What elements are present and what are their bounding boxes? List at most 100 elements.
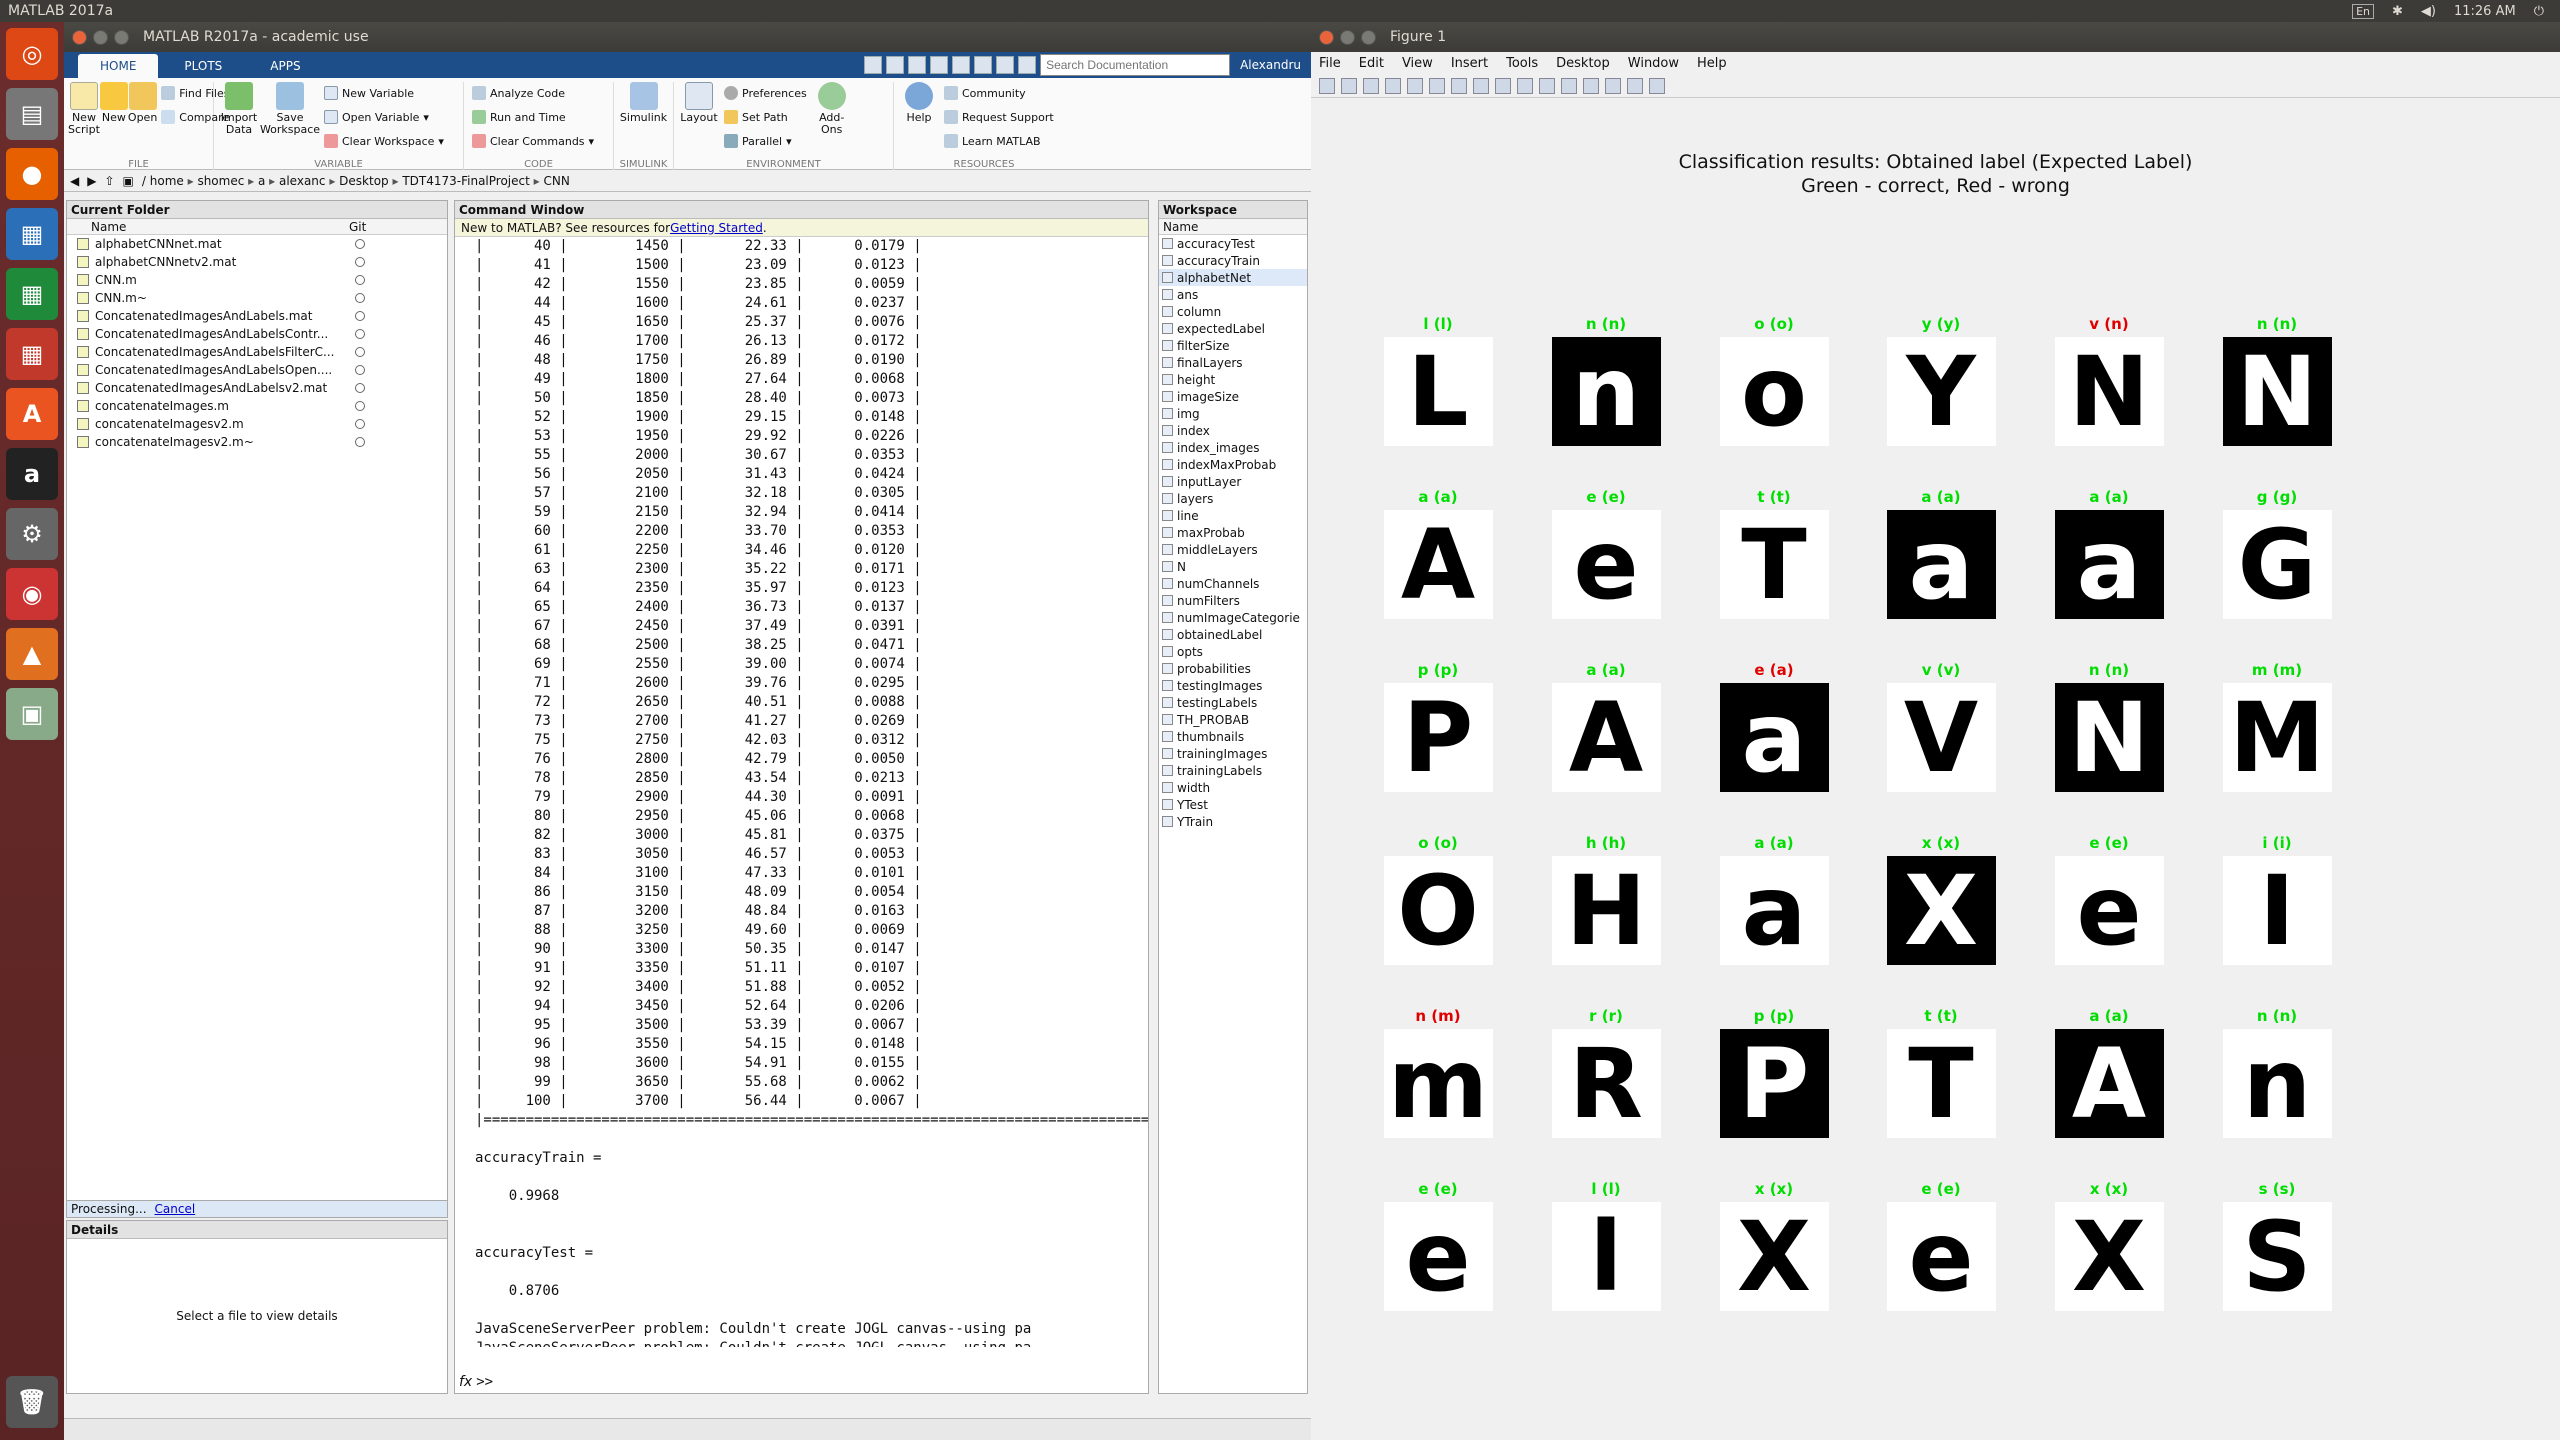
workspace-variable[interactable]: trainingImages	[1159, 745, 1307, 762]
breadcrumb-segment[interactable]: home	[150, 174, 184, 188]
user-account-menu[interactable]: Alexandru	[1240, 58, 1301, 72]
parallel-button[interactable]: Parallel ▾	[724, 130, 807, 152]
getting-started-link[interactable]: Getting Started	[670, 221, 763, 235]
workspace-column-name[interactable]: Name	[1159, 219, 1307, 235]
file-list-item[interactable]: CNN.m	[67, 271, 447, 289]
workspace-variable[interactable]: accuracyTest	[1159, 235, 1307, 252]
file-list-item[interactable]: CNN.m~	[67, 289, 447, 307]
workspace-variable[interactable]: YTest	[1159, 796, 1307, 813]
up-folder-icon[interactable]: ⇧	[104, 174, 114, 188]
cancel-link[interactable]: Cancel	[155, 1202, 196, 1216]
workspace-variable[interactable]: numChannels	[1159, 575, 1307, 592]
tab-home[interactable]: HOME	[78, 54, 159, 78]
file-list-item[interactable]: ConcatenatedImagesAndLabels.mat	[67, 307, 447, 325]
workspace-variable[interactable]: width	[1159, 779, 1307, 796]
breadcrumb-segment[interactable]: CNN	[543, 174, 569, 188]
workspace-variable[interactable]: alphabetNet	[1159, 269, 1307, 286]
clear-commands-button[interactable]: Clear Commands ▾	[472, 130, 594, 152]
undo-quick-icon[interactable]	[952, 56, 971, 74]
keyboard-layout-indicator[interactable]: En	[2352, 3, 2374, 19]
new-button[interactable]: New	[99, 82, 128, 170]
help-button[interactable]: Help	[898, 82, 940, 170]
workspace-variable[interactable]: trainingLabels	[1159, 762, 1307, 779]
column-header-name[interactable]: Name	[67, 220, 349, 234]
browse-folder-icon[interactable]: ▣	[123, 174, 134, 188]
screenshot-icon[interactable]: ▣	[6, 688, 58, 740]
tab-plots[interactable]: PLOTS	[162, 54, 244, 78]
figure-menu-edit[interactable]: Edit	[1359, 56, 1384, 71]
matlab-icon[interactable]: ▲	[6, 628, 58, 680]
workspace-variable[interactable]: testingLabels	[1159, 694, 1307, 711]
command-output[interactable]: | 40 | 1450 | 22.33 | 0.0179 | | 41 | 15…	[455, 237, 1148, 1347]
settings-icon[interactable]: ⚙	[6, 508, 58, 560]
file-list-item[interactable]: alphabetCNNnetv2.mat	[67, 253, 447, 271]
request-support-button[interactable]: Request Support	[944, 106, 1054, 128]
forward-arrow-icon[interactable]: ▶	[87, 174, 96, 188]
edit-plot-icon[interactable]	[1407, 77, 1423, 94]
switch-windows-icon[interactable]	[996, 56, 1015, 74]
set-path-button[interactable]: Set Path	[724, 106, 807, 128]
clear-workspace-button[interactable]: Clear Workspace ▾	[324, 130, 444, 152]
legend-icon[interactable]	[1605, 77, 1621, 94]
new-script-button[interactable]: New Script	[68, 82, 100, 170]
help-quick-icon[interactable]	[1018, 56, 1037, 74]
figure-menu-view[interactable]: View	[1402, 56, 1433, 71]
link-icon[interactable]	[1561, 77, 1577, 94]
open-file-icon[interactable]	[1341, 77, 1357, 94]
breadcrumb-segment[interactable]: TDT4173-FinalProject	[402, 174, 529, 188]
rotate-icon[interactable]	[1495, 77, 1511, 94]
calc-icon[interactable]: ▦	[6, 268, 58, 320]
workspace-variable[interactable]: obtainedLabel	[1159, 626, 1307, 643]
workspace-variable[interactable]: index_images	[1159, 439, 1307, 456]
file-list-item[interactable]: ConcatenatedImagesAndLabelsv2.mat	[67, 379, 447, 397]
zoom-out-icon[interactable]	[1451, 77, 1467, 94]
copy-quick-icon[interactable]	[908, 56, 927, 74]
maximize-window-button[interactable]	[114, 29, 129, 45]
ubuntu-icon[interactable]: ◎	[6, 28, 58, 80]
file-list-item[interactable]: concatenateImagesv2.m	[67, 415, 447, 433]
workspace-variable[interactable]: img	[1159, 405, 1307, 422]
new-variable-button[interactable]: New Variable	[324, 82, 444, 104]
workspace-variable[interactable]: YTrain	[1159, 813, 1307, 830]
community-button[interactable]: Community	[944, 82, 1054, 104]
files-icon[interactable]: ▤	[6, 88, 58, 140]
command-prompt-line[interactable]: fx >>	[455, 1371, 1148, 1393]
trash-icon[interactable]: 🗑	[6, 1376, 58, 1428]
new-figure-icon[interactable]	[1319, 77, 1335, 94]
workspace-variable[interactable]: opts	[1159, 643, 1307, 660]
breadcrumb[interactable]: / home ▸ shomec ▸ a ▸ alexanc ▸ Desktop …	[142, 174, 570, 188]
figure-menu-help[interactable]: Help	[1697, 56, 1727, 71]
cut-quick-icon[interactable]	[886, 56, 905, 74]
workspace-variable[interactable]: imageSize	[1159, 388, 1307, 405]
workspace-variable[interactable]: finalLayers	[1159, 354, 1307, 371]
workspace-variable[interactable]: probabilities	[1159, 660, 1307, 677]
layout-button[interactable]: Layout	[678, 82, 720, 170]
add-ons-button[interactable]: Add-Ons	[811, 82, 853, 170]
function-browser-icon[interactable]: fx	[459, 1374, 472, 1390]
workspace-variable[interactable]: middleLayers	[1159, 541, 1307, 558]
volume-icon[interactable]: ◀)	[2421, 4, 2436, 19]
breadcrumb-segment[interactable]: shomec	[197, 174, 244, 188]
learn-matlab-button[interactable]: Learn MATLAB	[944, 130, 1054, 152]
pan-icon[interactable]	[1473, 77, 1489, 94]
clock[interactable]: 11:26 AM	[2454, 4, 2516, 19]
bluetooth-icon[interactable]: ✱	[2392, 4, 2403, 19]
data-cursor-icon[interactable]	[1517, 77, 1533, 94]
figure-menu-window[interactable]: Window	[1628, 56, 1679, 71]
close-window-button[interactable]	[72, 29, 87, 45]
workspace-variable[interactable]: accuracyTrain	[1159, 252, 1307, 269]
workspace-variable[interactable]: column	[1159, 303, 1307, 320]
analyze-code-button[interactable]: Analyze Code	[472, 82, 594, 104]
file-list-item[interactable]: concatenateImagesv2.m~	[67, 433, 447, 451]
workspace-variable[interactable]: TH_PROBAB	[1159, 711, 1307, 728]
paste-quick-icon[interactable]	[930, 56, 949, 74]
preferences-button[interactable]: Preferences	[724, 82, 807, 104]
breadcrumb-segment[interactable]: Desktop	[339, 174, 389, 188]
brush-icon[interactable]	[1539, 77, 1555, 94]
file-list-item[interactable]: ConcatenatedImagesAndLabelsContr...	[67, 325, 447, 343]
save-workspace-button[interactable]: Save Workspace	[260, 82, 320, 170]
firefox-icon[interactable]: ●	[6, 148, 58, 200]
workspace-variable[interactable]: numFilters	[1159, 592, 1307, 609]
figure-menu-insert[interactable]: Insert	[1451, 56, 1488, 71]
power-icon[interactable]: ⏻	[2534, 4, 2544, 19]
